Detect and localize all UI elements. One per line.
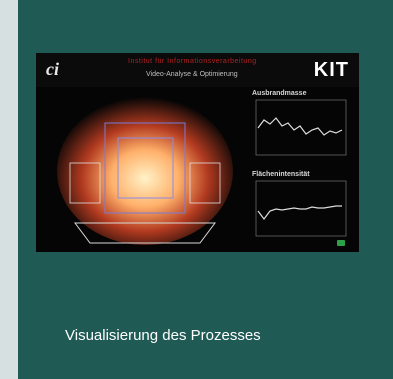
ci-logo: ci [46, 59, 59, 79]
header-subtitle: Video-Analyse & Optimierung [146, 71, 238, 78]
header-red-text: Institut für Informationsverarbeitung [128, 58, 257, 65]
chart-panel-bottom: Flächenintensität [242, 171, 352, 246]
video-thumbnail[interactable]: ci Institut für Informationsverarbeitung… [36, 53, 359, 252]
kit-logo: KIT [313, 59, 349, 81]
card-caption: Visualisierung des Prozesses [65, 327, 261, 344]
chart-panel-bottom-title: Flächenintensität [252, 171, 310, 178]
line-plot-bottom [255, 180, 347, 237]
page-edge [0, 0, 18, 379]
chart-panel-top-title: Ausbrandmasse [252, 90, 307, 97]
flame-visualization [50, 93, 240, 248]
line-plot-top [255, 99, 347, 156]
chart-panel-top: Ausbrandmasse [242, 90, 352, 165]
status-indicator [337, 240, 345, 246]
